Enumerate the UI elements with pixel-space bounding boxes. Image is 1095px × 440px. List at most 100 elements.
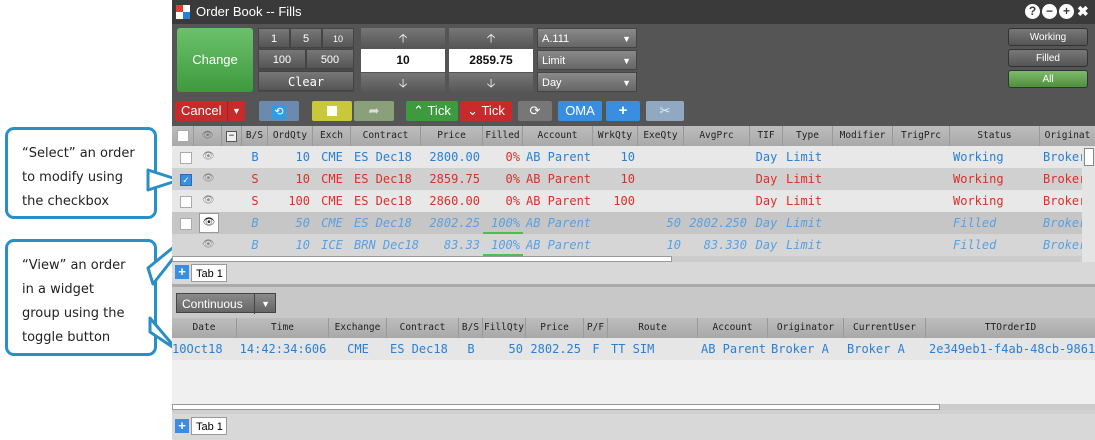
col-account[interactable]: Account — [698, 318, 768, 338]
col-fillqty[interactable]: FillQty — [483, 318, 526, 338]
fills-horizontal-scrollbar[interactable] — [172, 404, 1095, 410]
col-exchange[interactable]: Exchange — [329, 318, 387, 338]
price-up-button[interactable]: 🡡 — [449, 28, 533, 48]
col-exeqty[interactable]: ExeQty — [638, 126, 684, 146]
col-originator[interactable]: Originat — [1040, 126, 1095, 146]
split-button[interactable]: ✂ — [646, 101, 684, 121]
select-all-checkbox[interactable] — [177, 130, 189, 142]
scrollbar-thumb[interactable] — [172, 404, 940, 410]
price-input[interactable]: 2859.75 — [449, 49, 533, 72]
row-checkbox[interactable]: ✓ — [180, 174, 192, 186]
history-button[interactable]: ⟲ — [259, 101, 299, 121]
tab-1[interactable]: Tab 1 — [191, 417, 227, 435]
col-wrkqty[interactable]: WrkQty — [593, 126, 638, 146]
col-type[interactable]: Type — [783, 126, 833, 146]
row-checkbox[interactable] — [180, 152, 192, 164]
col-tif[interactable]: TIF — [750, 126, 783, 146]
col-price[interactable]: Price — [421, 126, 483, 146]
replace-button[interactable]: ➦ — [354, 101, 394, 121]
qty-up-button[interactable]: 🡡 — [361, 28, 445, 48]
order-type-select[interactable]: Limit ▼ — [537, 50, 637, 70]
fills-mode-select[interactable]: Continuous ▼ — [176, 293, 276, 314]
qty-100-button[interactable]: 100 — [258, 49, 306, 69]
cell-bs: B — [467, 342, 475, 356]
col-trigprc[interactable]: TrigPrc — [893, 126, 950, 146]
change-button[interactable]: Change — [177, 28, 253, 92]
order-row[interactable]: 👁 B 10 ICE BRN Dec18 83.33 100% AB Paren… — [172, 234, 1082, 256]
caret-down-icon: ▼ — [622, 34, 631, 44]
order-row[interactable]: 👁 B 50 CME ES Dec18 2802.25 100% AB Pare… — [172, 212, 1082, 234]
col-ordqty[interactable]: OrdQty — [268, 126, 313, 146]
callout-line: the checkbox — [22, 194, 110, 209]
order-row[interactable]: 👁 B 10 CME ES Dec18 2800.00 0% AB Parent… — [172, 146, 1082, 168]
close-icon[interactable]: ✖ — [1077, 3, 1089, 20]
quantity-input[interactable]: 10 — [361, 49, 445, 72]
col-account[interactable]: Account — [523, 126, 593, 146]
col-contract[interactable]: Contract — [351, 126, 421, 146]
tif-select[interactable]: Day ▼ — [537, 72, 637, 92]
cell-exch: ICE — [321, 238, 343, 252]
account-select[interactable]: A.111 ▼ — [537, 28, 637, 48]
row-checkbox[interactable] — [180, 218, 192, 230]
col-route[interactable]: Route — [608, 318, 698, 338]
col-avgprc[interactable]: AvgPrc — [684, 126, 750, 146]
qty-5-button[interactable]: 5 — [290, 28, 322, 48]
col-filled[interactable]: Filled — [483, 126, 523, 146]
stop-button[interactable] — [312, 101, 352, 121]
view-toggle-eye-icon[interactable]: 👁 — [199, 213, 219, 233]
view-toggle-eye-icon[interactable]: 👁 — [202, 239, 215, 251]
price-down-button[interactable]: 🡣 — [449, 73, 533, 93]
qty-down-button[interactable]: 🡣 — [361, 73, 445, 93]
add-tab-button[interactable]: + — [175, 419, 189, 433]
view-toggle-eye-icon[interactable]: 👁 — [202, 151, 215, 163]
clear-button[interactable]: Clear — [258, 71, 354, 91]
qty-500-button[interactable]: 500 — [306, 49, 354, 69]
col-bs[interactable]: B/S — [242, 126, 268, 146]
col-time[interactable]: Time — [237, 318, 329, 338]
orders-grid: 👁 − B/S OrdQty Exch Contract Price Fille… — [172, 126, 1095, 262]
col-currentuser[interactable]: CurrentUser — [844, 318, 926, 338]
maximize-icon[interactable]: + — [1059, 4, 1074, 19]
view-toggle-eye-icon[interactable]: 👁 — [202, 195, 215, 207]
qty-10-button[interactable]: 10 — [322, 28, 354, 48]
scrollbar-thumb[interactable] — [1084, 148, 1094, 166]
cancel-button[interactable]: Cancel — [175, 101, 227, 121]
filter-filled-button[interactable]: Filled — [1008, 49, 1088, 67]
select-all-header[interactable] — [172, 126, 194, 146]
order-row[interactable]: ✓ 👁 S 10 CME ES Dec18 2859.75 0% AB Pare… — [172, 168, 1082, 190]
tab-1[interactable]: Tab 1 — [191, 264, 227, 282]
oma-button[interactable]: OMA — [558, 101, 602, 121]
cell-status: Working — [953, 194, 1004, 208]
row-checkbox[interactable] — [180, 196, 192, 208]
col-modifier[interactable]: Modifier — [833, 126, 893, 146]
order-row[interactable]: 👁 S 100 CME ES Dec18 2860.00 0% AB Paren… — [172, 190, 1082, 212]
view-toggle-eye-icon[interactable]: 👁 — [202, 173, 215, 185]
add-tab-button[interactable]: + — [175, 265, 189, 279]
filter-working-button[interactable]: Working — [1008, 28, 1088, 46]
minimize-icon[interactable]: − — [1042, 4, 1057, 19]
cell-exeqty — [638, 146, 684, 168]
help-icon[interactable]: ? — [1025, 4, 1040, 19]
col-ttorderid[interactable]: TTOrderID — [926, 318, 1095, 338]
col-status[interactable]: Status — [950, 126, 1040, 146]
col-pf[interactable]: P/F — [584, 318, 608, 338]
refresh-button[interactable]: ⟳ — [518, 101, 552, 121]
cell-bs: S — [251, 194, 259, 208]
col-exch[interactable]: Exch — [313, 126, 351, 146]
add-order-button[interactable]: + — [606, 101, 640, 121]
sell-tick-button[interactable]: ⌄ Tick — [460, 101, 512, 121]
col-price[interactable]: Price — [526, 318, 584, 338]
collapse-header[interactable]: − — [222, 126, 242, 146]
col-bs[interactable]: B/S — [459, 318, 483, 338]
col-originator[interactable]: Originator — [768, 318, 844, 338]
cancel-menu-button[interactable]: ▼ — [227, 101, 245, 121]
redo-arrow-icon: ➦ — [368, 103, 380, 118]
buy-tick-button[interactable]: ⌃ Tick — [406, 101, 458, 121]
filter-all-button[interactable]: All — [1008, 70, 1088, 88]
col-date[interactable]: Date — [172, 318, 237, 338]
orders-vertical-scrollbar[interactable] — [1082, 146, 1095, 262]
qty-1-button[interactable]: 1 — [258, 28, 290, 48]
col-contract[interactable]: Contract — [387, 318, 459, 338]
cell-ordqty: 10 — [295, 172, 310, 186]
fill-row[interactable]: 10Oct18 14:42:34:606 CME ES Dec18 B 50 2… — [172, 338, 1095, 360]
